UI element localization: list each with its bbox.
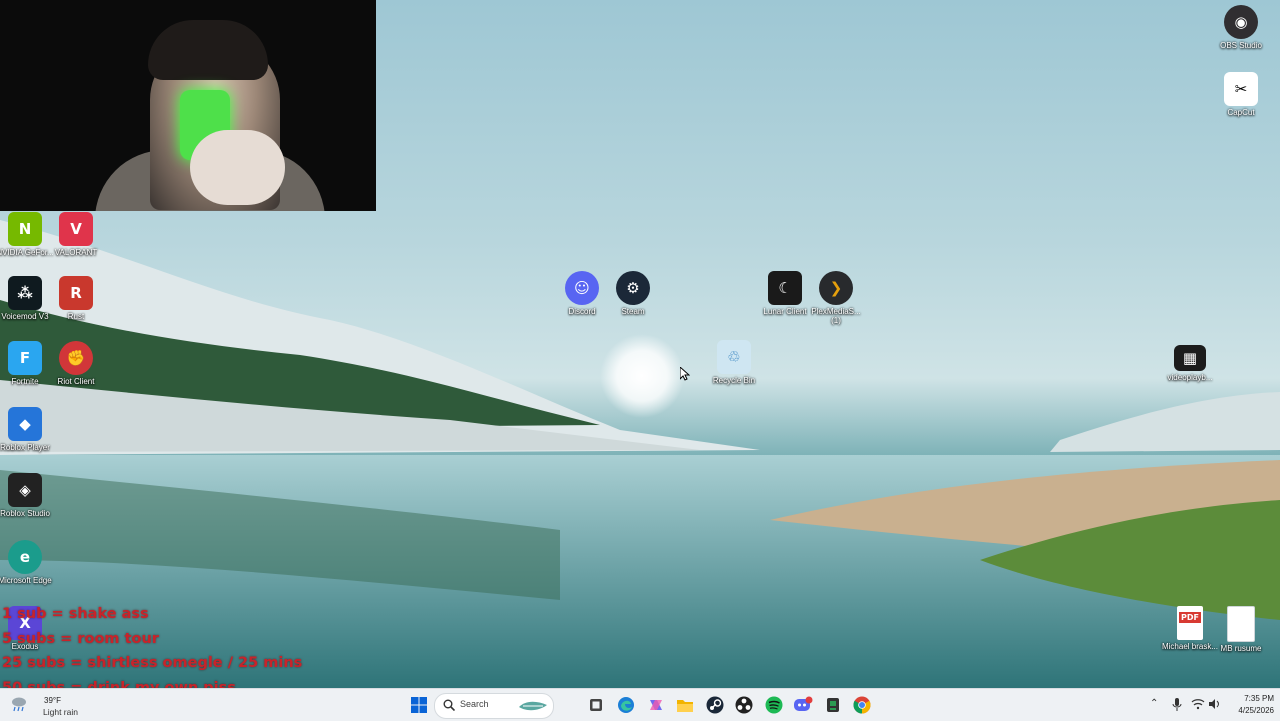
desktop-file-mb-rusume[interactable]: MB rusume (1211, 606, 1271, 653)
desktop-icon-roblox-player[interactable]: ◆ Roblox Player (0, 407, 55, 452)
icon-label: Riot Client (57, 377, 95, 386)
fortnite-icon: F (8, 341, 42, 375)
capcut-icon: ✂ (1224, 72, 1258, 106)
tray-overflow-chevron-icon[interactable]: ⌃ (1150, 698, 1158, 709)
rain-cloud-icon (12, 697, 26, 712)
obs-icon (735, 696, 753, 714)
desktop: N NVIDIA GeFor... V VALORANT ⁂ Voicemod … (0, 0, 1280, 688)
chrome-icon (853, 696, 871, 714)
voicemod-icon: ⁂ (8, 276, 42, 310)
icon-label: MB rusume (1220, 644, 1262, 653)
nvidia-icon: N (8, 212, 42, 246)
clock-time: 7:35 PM (1244, 694, 1274, 703)
desktop-icon-obs-studio[interactable]: ◉ OBS Studio (1211, 5, 1271, 50)
webcam-person-hair (148, 20, 268, 80)
icon-label: Rust (67, 312, 85, 321)
task-view-icon (590, 699, 602, 711)
plex-icon: ❯ (819, 271, 853, 305)
copilot-icon (650, 700, 662, 710)
terminal-app-icon (827, 698, 839, 712)
roblox-studio-icon: ◈ (8, 473, 42, 507)
webcam-overlay (0, 0, 376, 211)
clock-date: 4/25/2026 (1238, 706, 1274, 715)
stream-goals-overlay: 1 sub = shake ass 5 subs = room tour 25 … (2, 602, 362, 688)
desktop-icon-microsoft-edge[interactable]: e Microsoft Edge (0, 540, 55, 585)
icon-label: VALORANT (54, 248, 98, 257)
taskbar-app-green[interactable] (822, 694, 844, 716)
microphone-icon[interactable] (1172, 698, 1182, 712)
icon-label: Roblox Player (0, 443, 50, 452)
riot-client-icon: ✊ (59, 341, 93, 375)
wifi-icon[interactable] (1191, 698, 1205, 710)
desktop-icon-valorant[interactable]: V VALORANT (46, 212, 106, 257)
taskbar-discord[interactable] (792, 694, 814, 716)
taskbar-clock[interactable]: 7:35 PM 4/25/2026 (1222, 693, 1274, 717)
weather-widget[interactable]: 39°F Light rain (10, 692, 110, 718)
search-placeholder: Search (460, 699, 489, 709)
taskbar-steam[interactable] (704, 694, 726, 716)
weather-temp: 39°F (44, 696, 61, 705)
edge-icon: e (8, 540, 42, 574)
goal-line: 50 subs = drink my own piss (2, 679, 236, 689)
taskbar-obs[interactable] (733, 694, 755, 716)
taskbar: 39°F Light rain Search ⌃ 7:35 PM 4/25/20… (0, 688, 1280, 721)
desktop-icon-steam[interactable]: ⚙ Steam (603, 271, 663, 316)
mouse-cursor-icon (680, 367, 690, 381)
icon-label: OBS Studio (1220, 41, 1262, 50)
taskbar-file-explorer[interactable] (674, 694, 696, 716)
folder-icon (677, 700, 693, 712)
goal-line: 1 sub = shake ass (2, 606, 149, 622)
icon-label: PlexMediaS... (1) (811, 307, 861, 325)
weather-condition: Light rain (43, 707, 78, 717)
roblox-player-icon: ◆ (8, 407, 42, 441)
desktop-icon-riot-client[interactable]: ✊ Riot Client (46, 341, 106, 386)
icon-label: videoplayb... (1167, 373, 1213, 382)
taskbar-copilot[interactable] (645, 694, 667, 716)
taskbar-search[interactable]: Search (434, 693, 554, 719)
search-icon (443, 699, 455, 711)
desktop-icon-recycle-bin[interactable]: ♲ Recycle Bin (704, 340, 764, 385)
discord-icon: ☺ (565, 271, 599, 305)
video-file-icon: ▦ (1174, 345, 1206, 371)
goal-line: 25 subs = shirtless omegle / 25 mins (2, 655, 303, 671)
icon-label: CapCut (1227, 108, 1255, 117)
start-button[interactable] (408, 694, 430, 716)
pdf-file-icon: PDF (1177, 606, 1203, 640)
taskbar-spotify[interactable] (763, 694, 785, 716)
steam-icon: ⚙ (616, 271, 650, 305)
windows-icon (411, 697, 427, 713)
desktop-icon-roblox-studio[interactable]: ◈ Roblox Studio (0, 473, 55, 518)
valorant-icon: V (59, 212, 93, 246)
icon-label: Recycle Bin (712, 376, 756, 385)
icon-label: Roblox Studio (0, 509, 50, 518)
search-highlight-icon (519, 701, 547, 711)
desktop-icon-capcut[interactable]: ✂ CapCut (1211, 72, 1271, 117)
desktop-icon-rust[interactable]: R Rust (46, 276, 106, 321)
recycle-bin-icon: ♲ (717, 340, 751, 374)
document-file-icon (1227, 606, 1255, 642)
edge-icon (618, 697, 634, 713)
desktop-icon-plex-media[interactable]: ❯ PlexMediaS... (1) (806, 271, 866, 325)
taskbar-chrome[interactable] (851, 694, 873, 716)
volume-icon[interactable] (1208, 698, 1222, 710)
desktop-icon-video-playback[interactable]: ▦ videoplayb... (1160, 345, 1220, 382)
spotify-icon (765, 696, 783, 714)
obs-icon: ◉ (1224, 5, 1258, 39)
lunar-client-icon: ☾ (768, 271, 802, 305)
steam-icon (706, 696, 724, 714)
goal-line: 5 subs = room tour (2, 630, 159, 647)
taskbar-edge[interactable] (615, 694, 637, 716)
discord-icon (794, 696, 813, 711)
task-view-button[interactable] (585, 694, 607, 716)
icon-label: Steam (621, 307, 645, 316)
icon-label: Microsoft Edge (0, 576, 52, 585)
rust-icon: R (59, 276, 93, 310)
webcam-hand (190, 130, 285, 205)
